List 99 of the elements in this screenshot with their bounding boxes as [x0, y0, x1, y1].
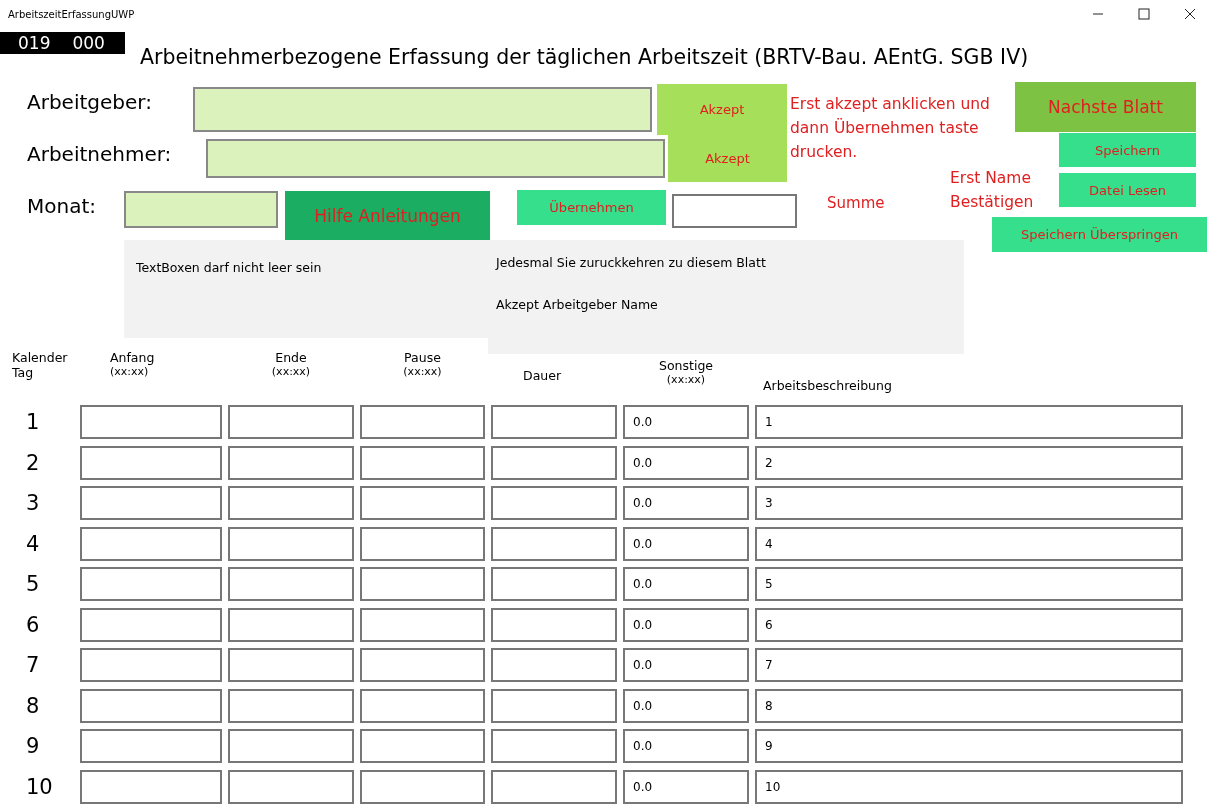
- instruction-note: Erst akzept anklicken und dann Übernehmen taste drucken.: [790, 94, 990, 163]
- employee-input-field[interactable]: [206, 139, 665, 178]
- duration-field[interactable]: [491, 607, 617, 642]
- window-title: ArbeitszeitErfassungUWP: [8, 8, 135, 20]
- description-field[interactable]: 9: [755, 729, 1183, 764]
- close-icon[interactable]: [1184, 8, 1196, 20]
- day-number: 9: [25, 734, 41, 759]
- duration-field[interactable]: [491, 688, 617, 723]
- end-time-field[interactable]: [228, 729, 354, 764]
- break-time-field[interactable]: [360, 729, 485, 764]
- info-text: Jedesmal Sie zuruckkehren zu diesem Blatt: [496, 255, 767, 270]
- month-input-field[interactable]: [124, 191, 278, 228]
- employer-input-field[interactable]: [193, 87, 652, 132]
- end-time-field[interactable]: [228, 648, 354, 683]
- other-time-field[interactable]: 0.0: [623, 648, 749, 683]
- day-number: 2: [25, 450, 41, 475]
- break-time-field[interactable]: [360, 405, 485, 440]
- column-header: Ende: [275, 350, 307, 365]
- column-format-hint: (xx:xx): [403, 365, 442, 378]
- day-number: 7: [25, 653, 41, 678]
- day-number: 8: [25, 693, 41, 718]
- info-text: TextBoxen darf nicht leer sein: [136, 260, 323, 275]
- duration-field[interactable]: [491, 486, 617, 521]
- day-number: 1: [25, 410, 41, 435]
- duration-field[interactable]: [491, 729, 617, 764]
- duration-field[interactable]: [491, 567, 617, 602]
- end-time-field[interactable]: [228, 769, 354, 804]
- employer-label: Arbeitgeber:: [27, 90, 152, 114]
- break-time-field[interactable]: [360, 567, 485, 602]
- column-format-hint: (xx:xx): [666, 373, 706, 386]
- end-time-field[interactable]: [228, 486, 354, 521]
- day-number: 10: [25, 774, 54, 799]
- sum-label: Summe: [827, 194, 885, 212]
- day-number: 4: [25, 531, 41, 556]
- end-time-field[interactable]: [228, 607, 354, 642]
- start-time-field[interactable]: [80, 607, 222, 642]
- counter-display: 019 000: [0, 32, 125, 54]
- duration-field[interactable]: [491, 769, 617, 804]
- break-time-field[interactable]: [360, 526, 485, 561]
- other-time-field[interactable]: 0.0: [623, 405, 749, 440]
- start-time-field[interactable]: [80, 729, 222, 764]
- description-field[interactable]: 6: [755, 607, 1183, 642]
- break-time-field[interactable]: [360, 486, 485, 521]
- start-time-field[interactable]: [80, 405, 222, 440]
- day-number: 6: [25, 612, 41, 637]
- end-time-field[interactable]: [228, 445, 354, 480]
- start-time-field[interactable]: [80, 648, 222, 683]
- other-time-field[interactable]: 0.0: [623, 445, 749, 480]
- break-time-field[interactable]: [360, 648, 485, 683]
- break-time-field[interactable]: [360, 607, 485, 642]
- end-time-field[interactable]: [228, 405, 354, 440]
- description-field[interactable]: 8: [755, 688, 1183, 723]
- maximize-icon[interactable]: [1138, 8, 1150, 20]
- other-time-field[interactable]: 0.0: [623, 769, 749, 804]
- start-time-field[interactable]: [80, 688, 222, 723]
- column-header: Dauer: [523, 368, 563, 383]
- page-heading: Arbeitnehmerbezogene Erfassung der täglichen Arbeitszeit (BRTV-Bau. AEntG. SGB IV): [140, 45, 1029, 69]
- description-field[interactable]: 1: [755, 405, 1183, 440]
- column-format-hint: (xx:xx): [271, 365, 311, 378]
- end-time-field[interactable]: [228, 526, 354, 561]
- day-number: 5: [25, 572, 41, 597]
- other-time-field[interactable]: 0.0: [623, 567, 749, 602]
- start-time-field[interactable]: [80, 526, 222, 561]
- column-header: Kalender Tag: [12, 350, 69, 380]
- end-time-field[interactable]: [228, 567, 354, 602]
- column-format-hint: (xx:xx): [110, 365, 150, 378]
- break-time-field[interactable]: [360, 688, 485, 723]
- description-field[interactable]: 4: [755, 526, 1183, 561]
- description-field[interactable]: 2: [755, 445, 1183, 480]
- duration-field[interactable]: [491, 445, 617, 480]
- column-header: Sonstige: [659, 358, 713, 373]
- end-time-field[interactable]: [228, 688, 354, 723]
- confirm-name-note: Erst Name Bestätigen: [950, 168, 1035, 213]
- break-time-field[interactable]: [360, 445, 485, 480]
- column-header: Pause: [404, 350, 441, 365]
- other-time-field[interactable]: 0.0: [623, 729, 749, 764]
- description-field[interactable]: 7: [755, 648, 1183, 683]
- other-time-field[interactable]: 0.0: [623, 688, 749, 723]
- description-field[interactable]: 5: [755, 567, 1183, 602]
- start-time-field[interactable]: [80, 445, 222, 480]
- description-field[interactable]: 3: [755, 486, 1183, 521]
- other-time-field[interactable]: 0.0: [623, 526, 749, 561]
- sum-input-field[interactable]: [672, 194, 797, 228]
- column-header: Anfang: [110, 350, 156, 365]
- start-time-field[interactable]: [80, 567, 222, 602]
- employee-label: Arbeitnehmer:: [27, 142, 172, 166]
- break-time-field[interactable]: [360, 769, 485, 804]
- start-time-field[interactable]: [80, 486, 222, 521]
- month-label: Monat:: [27, 194, 96, 218]
- start-time-field[interactable]: [80, 769, 222, 804]
- duration-field[interactable]: [491, 405, 617, 440]
- other-time-field[interactable]: 0.0: [623, 486, 749, 521]
- description-field[interactable]: 10: [755, 769, 1183, 804]
- other-time-field[interactable]: 0.0: [623, 607, 749, 642]
- info-text: Akzept Arbeitgeber Name: [496, 297, 659, 312]
- column-header: Arbeitsbeschreibung: [763, 378, 893, 393]
- duration-field[interactable]: [491, 648, 617, 683]
- duration-field[interactable]: [491, 526, 617, 561]
- day-number: 3: [25, 491, 41, 516]
